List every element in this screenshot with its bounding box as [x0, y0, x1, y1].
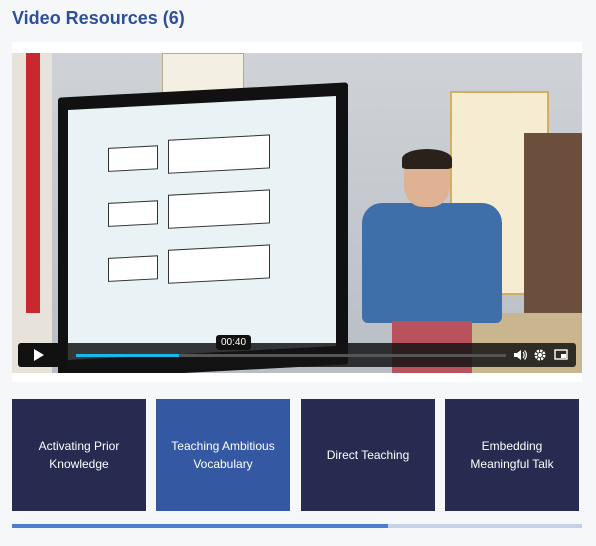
screen-box: [108, 200, 158, 227]
play-button[interactable]: [18, 343, 60, 367]
screen-box: [168, 244, 270, 284]
time-tooltip: 00:40: [216, 335, 252, 350]
carousel-scrollbar[interactable]: [12, 524, 582, 528]
section-title: Video Resources (6): [12, 8, 185, 28]
video-frame-person: [362, 203, 502, 323]
picture-in-picture-icon[interactable]: [554, 348, 568, 362]
screen-box: [168, 189, 270, 229]
screen-box: [108, 145, 158, 172]
carousel-scrollbar-thumb[interactable]: [12, 524, 389, 528]
play-icon: [34, 349, 44, 361]
gear-icon[interactable]: [533, 348, 547, 362]
tile-teaching-ambitious-vocabulary[interactable]: Teaching Ambitious Vocabulary: [156, 399, 290, 511]
video-frame-decoration: [26, 53, 40, 313]
video-frame-person: [402, 149, 452, 169]
screen-box: [168, 134, 270, 174]
tile-activating-prior-knowledge[interactable]: Activating Prior Knowledge: [12, 399, 146, 511]
tile-direct-teaching[interactable]: Direct Teaching: [301, 399, 435, 511]
progress-track[interactable]: [76, 354, 506, 357]
tile-embedding-meaningful-talk[interactable]: Embedding Meaningful Talk: [445, 399, 579, 511]
volume-icon[interactable]: [513, 348, 527, 362]
progress-fill: [76, 354, 180, 357]
video-frame-screen: [68, 95, 336, 361]
video-controls: 00:40: [12, 335, 582, 372]
progress-bar[interactable]: 00:40: [66, 335, 576, 367]
screen-box: [108, 255, 158, 282]
video-player[interactable]: [12, 53, 582, 373]
